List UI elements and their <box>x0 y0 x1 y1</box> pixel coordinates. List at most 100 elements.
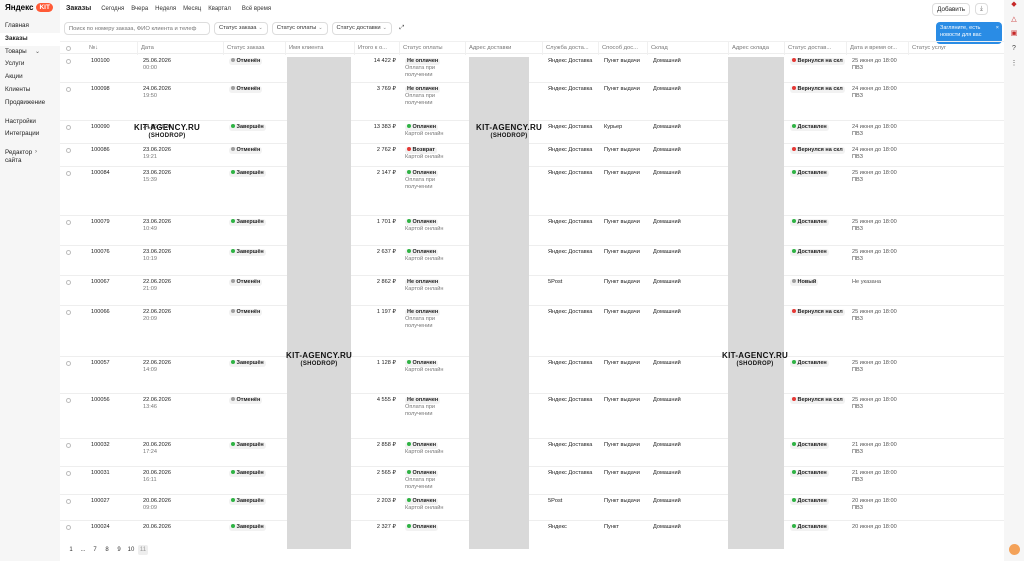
order-number[interactable]: 100098 <box>88 86 136 93</box>
table-row[interactable]: 10006722.06.202621:09ОтменёнФ2 862 ₽Не о… <box>60 276 1004 306</box>
row-checkbox[interactable] <box>66 443 71 448</box>
col-number[interactable]: №↓ <box>86 42 135 55</box>
order-number[interactable]: 100027 <box>88 498 136 505</box>
sidebar-item-services[interactable]: Услуги <box>0 58 60 71</box>
alert-icon[interactable]: △ <box>1010 16 1018 24</box>
notification-icon[interactable]: ◆ <box>1010 1 1018 9</box>
row-checkbox[interactable] <box>66 310 71 315</box>
order-number[interactable]: 100024 <box>88 524 136 531</box>
period-all-time[interactable]: Всё время <box>240 4 273 14</box>
expand-icon[interactable]: ⤢ <box>396 22 408 35</box>
order-number[interactable]: 100084 <box>88 170 136 177</box>
col-service-status[interactable]: Статус услуг <box>908 42 1004 55</box>
row-checkbox[interactable] <box>66 398 71 403</box>
order-number[interactable]: 100090 <box>88 124 136 131</box>
order-number[interactable]: 100086 <box>88 147 136 154</box>
sidebar-item-clients[interactable]: Клиенты <box>0 84 60 97</box>
table-row[interactable]: 10007923.06.202610:49ЗавершёнП1 701 ₽Опл… <box>60 216 1004 246</box>
col-payment-status[interactable]: Статус оплаты <box>399 42 465 55</box>
table-row[interactable]: 10003220.06.202617:24ЗавершёнК2 858 ₽Опл… <box>60 439 1004 467</box>
order-number[interactable]: 100067 <box>88 279 136 286</box>
more-icon[interactable]: ⋮ <box>1010 60 1018 68</box>
order-number[interactable]: 100032 <box>88 442 136 449</box>
order-number[interactable]: 100031 <box>88 470 136 477</box>
order-number[interactable]: 100076 <box>88 249 136 256</box>
payment-text: Оплачен <box>412 124 437 130</box>
store-icon[interactable]: ▣ <box>1010 30 1018 38</box>
row-checkbox[interactable] <box>66 125 71 130</box>
table-row[interactable]: 10002420.06.2026ЗавершёнШ2 327 ₽ОплаченЯ… <box>60 521 1004 540</box>
period-today[interactable]: Сегодня <box>99 4 126 14</box>
col-delivery-service[interactable]: Служба доста... <box>542 42 598 55</box>
payment-status-filter[interactable]: Статус оплаты ⌄ <box>271 22 328 35</box>
row-checkbox[interactable] <box>66 280 71 285</box>
sidebar-item-promotions[interactable]: Акции <box>0 71 60 84</box>
table-row[interactable]: 10002720.06.202609:09ЗавершёнА2 203 ₽Опл… <box>60 495 1004 521</box>
table-row[interactable]: 10005622.06.202613:46ОтменёнТ4 555 ₽Не о… <box>60 394 1004 439</box>
row-checkbox[interactable] <box>66 250 71 255</box>
sidebar-item-site-editor[interactable]: Редактор сайта › <box>0 147 60 165</box>
row-checkbox[interactable] <box>66 499 71 504</box>
table-row[interactable]: 10008623.06.202619:21ОтменёнС2 762 ₽Возв… <box>60 144 1004 167</box>
time-text: 19:21 <box>143 153 157 160</box>
row-checkbox[interactable] <box>66 525 71 530</box>
row-checkbox[interactable] <box>66 361 71 366</box>
period-month[interactable]: Месяц <box>181 4 203 14</box>
row-checkbox[interactable] <box>66 59 71 64</box>
avatar[interactable] <box>1009 544 1020 555</box>
col-delivery-method[interactable]: Способ дос... <box>598 42 647 55</box>
col-deadline[interactable]: Дата и время ог... <box>846 42 908 55</box>
add-order-button[interactable]: Добавить <box>932 3 970 16</box>
deadline-text: 25 июня до 18:00 ПВЗ <box>852 397 897 410</box>
row-checkbox[interactable] <box>66 471 71 476</box>
col-total[interactable]: Итого к о... <box>354 42 399 55</box>
col-warehouse-address[interactable]: Адрес склада <box>728 42 784 55</box>
col-warehouse[interactable]: Склад <box>647 42 728 55</box>
order-number[interactable]: 100056 <box>88 397 136 404</box>
sidebar-item-products[interactable]: Товары ⌄ <box>0 46 60 59</box>
brand-logo[interactable]: Яндекс KIT <box>5 3 53 12</box>
period-week[interactable]: Неделя <box>153 4 178 14</box>
table-row[interactable]: 10007623.06.202610:19ЗавершёнЛ2 637 ₽Опл… <box>60 246 1004 276</box>
row-checkbox[interactable] <box>66 148 71 153</box>
delivery-status-filter[interactable]: Статус доставки ⌄ <box>331 22 392 35</box>
order-number[interactable]: 100100 <box>88 58 136 65</box>
row-checkbox[interactable] <box>66 220 71 225</box>
order-status-filter[interactable]: Статус заказа ⌄ <box>214 22 268 35</box>
table-row[interactable]: 10003120.06.202616:11ЗавершёнК2 565 ₽Опл… <box>60 467 1004 495</box>
page-link[interactable]: 8 <box>102 545 112 555</box>
sidebar-item-integrations[interactable]: Интеграции <box>0 128 60 141</box>
order-number[interactable]: 100079 <box>88 219 136 226</box>
select-all-checkbox[interactable] <box>66 45 71 51</box>
table-row[interactable]: 10008423.06.202615:39ЗавершёнН2 147 ₽Опл… <box>60 167 1004 216</box>
col-delivery-status[interactable]: Статус достав... <box>784 42 846 55</box>
page-link[interactable]: 1 <box>66 545 76 555</box>
page-current[interactable]: 11 <box>138 545 148 555</box>
page-link[interactable]: 9 <box>114 545 124 555</box>
table-row[interactable]: 10006622.06.202620:09ОтменёнР1 197 ₽Не о… <box>60 306 1004 357</box>
sidebar-item-marketing[interactable]: Продвижение <box>0 97 60 110</box>
table-row[interactable]: 10010025.06.202600:00ОтменёнХ14 422 ₽Не … <box>60 55 1004 83</box>
sidebar-item-orders[interactable]: Заказы <box>0 32 60 46</box>
download-icon[interactable]: ⤓ <box>975 3 988 15</box>
col-client-name[interactable]: Имя клиента <box>285 42 354 55</box>
page-link[interactable]: 7 <box>90 545 100 555</box>
table-row[interactable]: 10009824.06.202619:50ОтменёнП3 769 ₽Не о… <box>60 83 1004 121</box>
sidebar-item-home[interactable]: Главная <box>0 20 60 33</box>
search-input[interactable] <box>64 22 210 35</box>
row-checkbox[interactable] <box>66 171 71 176</box>
table-row[interactable]: 10005722.06.202614:09ЗавершёнК1 128 ₽Опл… <box>60 357 1004 394</box>
col-order-status[interactable]: Статус заказа <box>223 42 285 55</box>
chevron-down-icon: › <box>35 149 37 156</box>
sidebar-item-settings[interactable]: Настройки <box>0 116 60 129</box>
row-checkbox[interactable] <box>66 87 71 92</box>
page-link[interactable]: 10 <box>126 545 136 555</box>
order-number[interactable]: 100057 <box>88 360 136 367</box>
order-number[interactable]: 100066 <box>88 309 136 316</box>
period-yesterday[interactable]: Вчера <box>129 4 150 14</box>
col-delivery-address[interactable]: Адрес доставки <box>465 42 542 55</box>
period-quarter[interactable]: Квартал <box>206 4 233 14</box>
help-icon[interactable]: ? <box>1010 45 1018 53</box>
col-date[interactable]: Дата <box>137 42 223 55</box>
close-icon[interactable]: × <box>996 25 999 32</box>
